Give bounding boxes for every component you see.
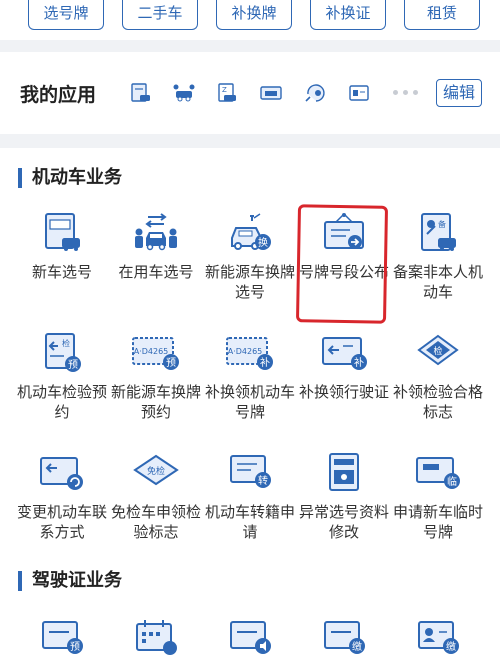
temp-plate-icon: 临 [416,457,460,489]
exempt-mark-icon: 免检 [133,454,179,486]
in-use-car-select-tile[interactable]: 在用车选号 [106,212,206,282]
inspection-mark-tile[interactable]: 检 补领检验合格标志 [388,332,488,422]
id-pay-icon: 缴 [418,621,459,654]
car-people-icon [135,213,177,251]
tile-label: 补换领行驶证 [298,383,389,401]
more-dot [413,90,418,95]
tile-label: 补领检验合格标志 [392,383,483,421]
tile-label: 新能源车换牌选号 [204,263,295,301]
reissue-license-button[interactable]: 补换证 [310,0,386,30]
my-apps-title: 我的应用 [20,84,97,106]
my-apps-bar: 我的应用 Z 编辑 [0,52,500,134]
transfer-icon: 转 [230,455,271,488]
badge-text: 预 [68,359,78,371]
badge-text: 换 [258,236,268,249]
record-other-vehicle-tile[interactable]: 备 备案非本人机动车 [388,212,488,302]
inspection-booking-icon: 检 预 [45,333,81,372]
badge-text: 预 [166,357,176,369]
plate-reissue-tile[interactable]: A·D4265 补 补换领机动车号牌 [200,332,300,422]
plate-number: A·D4265 [228,347,263,356]
reissue-plate-button[interactable]: 补换牌 [216,0,292,30]
plate-reissue-icon: A·D4265 补 [226,337,273,370]
plate-car-icon [45,213,80,251]
ev-plate-booking-icon: A·D4265 预 [132,337,179,370]
abnormal-select-edit-tile[interactable]: 异常选号资料修改 [294,452,394,542]
plate-pool-icon[interactable] [260,82,282,104]
calendar-tile[interactable] [106,618,206,660]
ev-exchange-select-tile[interactable]: 换 新能源车换牌选号 [200,212,300,302]
abnormal-edit-icon [329,453,359,491]
exempt-mark-tile[interactable]: 免检 免检车申领检验标志 [106,452,206,542]
license-pay-icon: 缴 [324,621,365,654]
plate-number: A·D4265 [134,347,169,356]
edit-button[interactable]: 编辑 [436,79,482,107]
badge-text: 检 [62,338,70,348]
record-doc-icon: 备 [421,213,456,251]
svg-text:Z: Z [222,86,227,94]
tile-label: 免检车申领检验标志 [110,503,201,541]
license-reissue-icon: 补 [322,337,367,370]
badge-text: 预 [70,641,80,653]
license-notify-tile[interactable] [200,618,300,660]
temp-plate-tile[interactable]: 临 申请新车临时号牌 [388,452,488,542]
tile-label: 变更机动车联系方式 [16,503,107,541]
badge-text: 免检 [147,465,165,477]
tile-label: 机动车检验预约 [16,383,107,421]
rental-button[interactable]: 租赁 [404,0,480,30]
license-card-icon[interactable] [348,82,370,104]
new-car-select-tile[interactable]: 新车选号 [12,212,112,282]
tile-label: 申请新车临时号牌 [392,503,483,541]
badge-text: 检 [433,345,442,357]
license-booking-tile[interactable]: 预 [12,618,112,660]
badge-text: 临 [447,475,457,488]
quick-action-bar: 选号牌 二手车 补换牌 补换证 租赁 [0,0,500,40]
reissue-icon[interactable] [304,82,326,104]
used-car-button[interactable]: 二手车 [122,0,198,30]
badge-text: 补 [354,356,364,369]
badge-text: 缴 [352,640,362,653]
tile-label: 机动车转籍申请 [204,503,295,541]
tile-label: 新车选号 [31,263,92,281]
select-plate-button[interactable]: 选号牌 [28,0,104,30]
inspection-mark-icon: 检 [417,334,459,366]
tile-label: 在用车选号 [118,263,194,281]
badge-text: 补 [260,356,270,369]
vehicle-section-title: 机动车业务 [18,168,122,188]
ev-plate-booking-tile[interactable]: A·D4265 预 新能源车换牌预约 [106,332,206,422]
vehicle-transfer-tile[interactable]: 转 机动车转籍申请 [200,452,300,542]
tile-label: 备案非本人机动车 [392,263,483,301]
license-reissue-tile[interactable]: 补 补换领行驶证 [294,332,394,402]
contact-change-tile[interactable]: 变更机动车联系方式 [12,452,112,542]
license-notify-icon [230,621,271,654]
badge-text: 备 [438,219,446,229]
tile-label: 补换领机动车号牌 [204,383,295,421]
calendar-icon [136,620,177,655]
more-dot [403,90,408,95]
badge-text: 转 [258,474,268,487]
ev-exchange-icon: 换 [231,213,271,250]
license-booking-icon: 预 [42,621,83,654]
tile-label: 异常选号资料修改 [298,503,389,541]
license-section-title: 驾驶证业务 [18,571,122,591]
inspection-booking-tile[interactable]: 检 预 机动车检验预约 [12,332,112,422]
more-dot [393,90,398,95]
badge-text: 缴 [446,640,456,653]
highlight-annotation [295,204,389,324]
license-payment-tile[interactable]: 缴 [294,618,394,660]
contact-change-icon [40,457,83,490]
ev-plate-icon[interactable]: Z [216,82,238,104]
used-car-plate-icon[interactable] [173,82,195,104]
tile-label: 新能源车换牌预约 [110,383,201,421]
id-payment-tile[interactable]: 缴 [388,618,488,660]
new-car-plate-icon[interactable] [130,82,152,104]
